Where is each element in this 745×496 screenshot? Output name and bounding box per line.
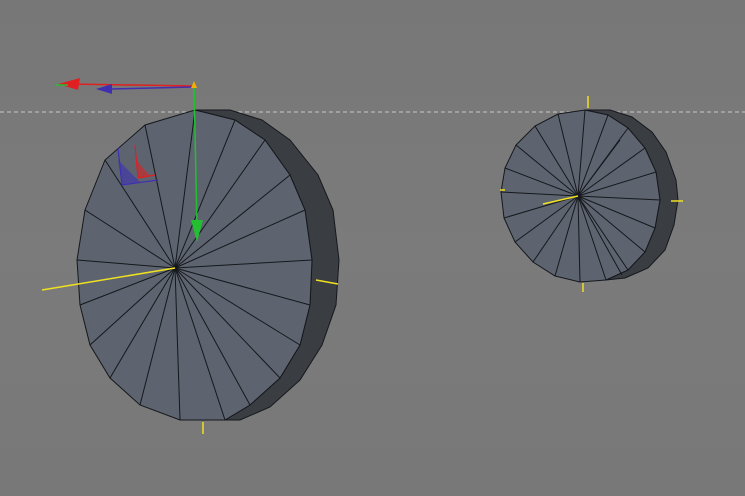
gizmo-z-arrow-icon[interactable] — [96, 84, 112, 94]
gizmo-z-axis[interactable] — [109, 86, 194, 90]
disc-large[interactable] — [41, 109, 340, 434]
disc-small[interactable] — [500, 96, 683, 292]
gizmo-x-arrow-icon[interactable] — [58, 78, 80, 90]
gizmo-origin-icon[interactable] — [191, 81, 197, 88]
viewport-scene[interactable] — [0, 0, 745, 496]
3d-viewport[interactable] — [0, 0, 745, 496]
gizmo-x-axis[interactable] — [69, 83, 194, 87]
